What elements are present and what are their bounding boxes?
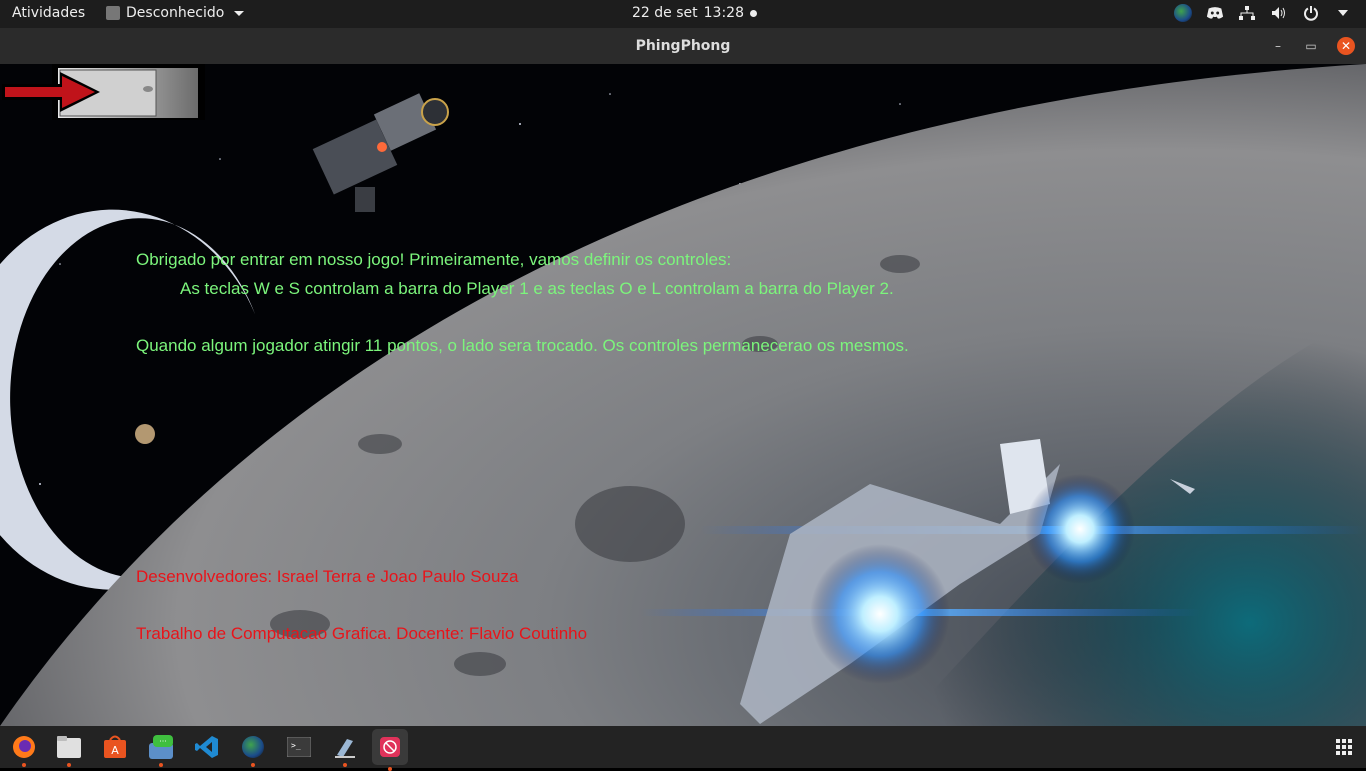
chrome-icon[interactable]	[239, 733, 267, 767]
app-menu-label: Desconhecido	[126, 5, 225, 21]
inkscape-icon[interactable]	[331, 733, 359, 767]
station-ship	[312, 93, 449, 212]
vscode-icon[interactable]	[193, 733, 221, 761]
files-icon[interactable]	[55, 733, 83, 767]
intro-text-line3: Quando algum jogador atingir 11 pontos, …	[136, 336, 909, 355]
firefox-icon[interactable]	[10, 733, 38, 767]
window-titlebar[interactable]: PhingPhong – ▭ ✕	[0, 28, 1366, 65]
time-label: 13:28	[703, 5, 744, 21]
game-canvas[interactable]: Obrigado por entrar em nosso jogo! Prime…	[0, 64, 1366, 726]
phingphong-icon[interactable]	[372, 729, 408, 771]
intro-text-line1: Obrigado por entrar em nosso jogo! Prime…	[136, 250, 732, 269]
credits-developers: Desenvolvedores: Israel Terra e Joao Pau…	[136, 567, 519, 586]
minimize-button[interactable]: –	[1269, 37, 1287, 55]
chat-icon[interactable]: ···	[147, 733, 175, 767]
show-applications-icon[interactable]	[1336, 739, 1352, 755]
volume-icon[interactable]	[1270, 4, 1288, 22]
network-icon[interactable]	[1238, 4, 1256, 22]
app-icon	[106, 6, 120, 20]
dock: A ··· >_	[0, 726, 1366, 771]
credits-course: Trabalho de Computacao Grafica. Docente:…	[136, 624, 588, 643]
maximize-button[interactable]: ▭	[1302, 37, 1320, 55]
system-tray	[1174, 4, 1352, 22]
intro-text-line2: As teclas W e S controlam a barra do Pla…	[180, 279, 894, 298]
chrome-tray-icon[interactable]	[1174, 4, 1192, 22]
discord-icon[interactable]	[1206, 4, 1224, 22]
chevron-down-icon	[234, 10, 245, 16]
svg-text:A: A	[111, 744, 119, 757]
terminal-icon[interactable]: >_	[285, 733, 313, 761]
notification-dot-icon	[749, 9, 757, 17]
top-bar: Atividades Desconhecido 22 de set 13:28	[0, 0, 1366, 28]
chevron-down-icon[interactable]	[1334, 4, 1352, 22]
power-icon[interactable]	[1302, 4, 1320, 22]
app-menu[interactable]: Desconhecido	[106, 5, 245, 21]
window-title: PhingPhong	[635, 38, 731, 54]
software-center-icon[interactable]: A	[101, 733, 129, 761]
activities-button[interactable]: Atividades	[12, 5, 85, 21]
clock[interactable]: 22 de set 13:28	[632, 5, 757, 21]
svg-text:···: ···	[159, 737, 167, 746]
date-label: 22 de set	[632, 5, 698, 21]
exit-door-button[interactable]	[0, 64, 205, 124]
close-button[interactable]: ✕	[1337, 37, 1355, 55]
svg-text:>_: >_	[291, 741, 301, 750]
